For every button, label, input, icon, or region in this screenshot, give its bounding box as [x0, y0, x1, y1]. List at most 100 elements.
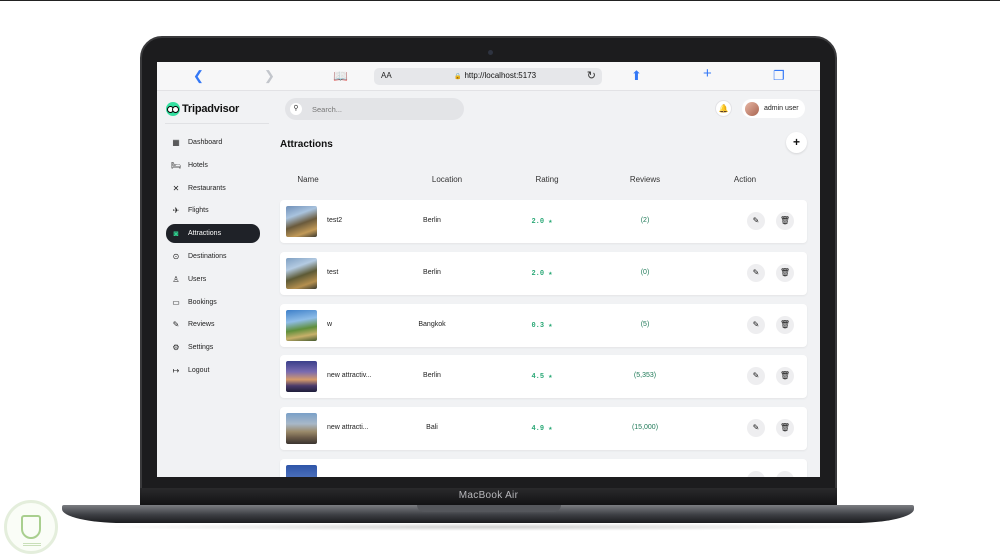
utensils-icon: ✕ — [172, 183, 180, 193]
attraction-location: Berlin — [423, 217, 441, 224]
attraction-thumbnail — [286, 310, 317, 341]
attraction-rating: 2.0 ★ — [531, 218, 553, 226]
device-label: MacBook Air — [458, 490, 519, 501]
edit-icon[interactable] — [747, 471, 765, 477]
edit-icon[interactable]: ✎ — [747, 264, 765, 282]
sidebar-item-restaurants[interactable]: ✕ Restaurants — [166, 179, 260, 198]
sidebar: Tripadvisor ▦ Dashboard 🛏 Hotels ✕ Restaurant… — [157, 91, 269, 477]
trash-icon[interactable]: 🗑 — [776, 419, 794, 437]
sidebar-item-label: Dashboard — [188, 139, 223, 146]
user-icon: ♙ — [172, 274, 180, 284]
column-header-action: Action — [733, 175, 757, 184]
tabs-icon[interactable]: ❐ — [773, 69, 785, 83]
brand-logo[interactable]: Tripadvisor — [166, 101, 239, 117]
sidebar-nav: ▦ Dashboard 🛏 Hotels ✕ Restaurants ✈ Flights ◙ At… — [166, 133, 260, 384]
attraction-reviews: (15,000) — [631, 424, 659, 431]
screen: ❮ ❯ 📖 AA http://localhost:5173 ↻ ⬆ + ❐ T… — [157, 62, 820, 477]
attraction-rating: 4.5 ★ — [531, 373, 553, 381]
attraction-name: w — [327, 321, 333, 328]
sidebar-item-label: Settings — [188, 344, 214, 352]
reload-icon[interactable]: ↻ — [587, 69, 596, 82]
sidebar-item-label: Reviews — [188, 321, 215, 329]
divider — [165, 123, 269, 124]
sidebar-item-label: Destinations — [188, 252, 227, 260]
attraction-reviews: (5,353) — [633, 372, 657, 379]
sidebar-item-reviews[interactable]: ✎ Reviews — [166, 315, 260, 334]
sidebar-item-settings[interactable]: ⚙ Settings — [166, 338, 260, 357]
address-bar[interactable]: AA http://localhost:5173 ↻ — [374, 68, 602, 85]
text-size-button[interactable]: AA — [381, 71, 392, 80]
sidebar-item-dashboard[interactable]: ▦ Dashboard — [166, 133, 260, 152]
share-icon[interactable]: ⬆ — [631, 69, 642, 83]
attraction-name: new attracti... — [327, 424, 369, 431]
edit-icon[interactable]: ✎ — [747, 212, 765, 230]
sidebar-item-hotels[interactable]: 🛏 Hotels — [166, 156, 260, 175]
sidebar-item-destinations[interactable]: ⊙ Destinations — [166, 247, 260, 266]
sidebar-item-label: Logout — [188, 366, 210, 374]
attraction-location: Bangkok — [418, 321, 446, 328]
card-icon: ▭ — [172, 297, 180, 307]
plane-icon: ✈ — [172, 206, 180, 216]
bell-icon[interactable]: 🔔 — [715, 100, 732, 117]
watermark-logo — [4, 500, 58, 554]
attraction-thumbnail — [286, 465, 317, 477]
user-menu[interactable]: admin user — [742, 99, 805, 118]
sidebar-item-flights[interactable]: ✈ Flights — [166, 201, 260, 220]
edit-icon[interactable]: ✎ — [747, 316, 765, 334]
camera-icon: ◙ — [173, 229, 179, 239]
plus-icon[interactable]: + — [703, 66, 712, 81]
search-input[interactable] — [312, 102, 452, 116]
pin-icon: ⊙ — [172, 251, 180, 261]
attraction-reviews: (5) — [640, 321, 650, 328]
book-icon[interactable]: 📖 — [333, 69, 348, 83]
sidebar-item-label: Restaurants — [188, 184, 226, 192]
sidebar-item-label: Hotels — [188, 161, 208, 169]
column-header-reviews: Reviews — [629, 175, 661, 184]
attraction-name: new attractiv... — [327, 372, 372, 379]
add-attraction-button[interactable]: + — [786, 132, 807, 153]
trash-icon[interactable] — [776, 471, 794, 477]
sidebar-item-users[interactable]: ♙ Users — [166, 270, 260, 289]
attraction-rating: 4.9 ★ — [531, 425, 553, 433]
edit-icon[interactable]: ✎ — [747, 367, 765, 385]
sidebar-item-label: Attractions — [188, 230, 222, 238]
top-border-line — [0, 0, 1000, 1]
column-header-rating: Rating — [535, 175, 559, 184]
owl-icon — [166, 102, 180, 116]
trash-icon[interactable]: 🗑 — [776, 212, 794, 230]
attraction-reviews: (0) — [640, 269, 650, 276]
avatar — [745, 101, 759, 116]
trash-icon[interactable]: 🗑 — [776, 264, 794, 282]
table-row[interactable]: test Berlin 2.0 ★ (0) ✎ 🗑 — [280, 252, 807, 295]
attraction-rating: 2.0 ★ — [531, 270, 553, 278]
user-name: admin user — [764, 105, 799, 112]
attraction-location: Berlin — [423, 372, 441, 379]
trash-icon[interactable]: 🗑 — [776, 316, 794, 334]
attraction-name: test2 — [327, 217, 343, 224]
dashboard-icon: ▦ — [172, 138, 180, 147]
search-bar[interactable]: ⚲ — [285, 98, 464, 120]
column-header-location: Location — [431, 175, 463, 184]
sidebar-item-bookings[interactable]: ▭ Bookings — [166, 293, 260, 312]
table-row[interactable]: w Bangkok 0.3 ★ (5) ✎ 🗑 — [280, 304, 807, 347]
attraction-thumbnail — [286, 413, 317, 444]
sidebar-item-attractions[interactable]: ◙ Attractions — [166, 224, 260, 244]
table-row[interactable]: new attractiv... Berlin 4.5 ★ (5,353) ✎ 🗑 — [280, 355, 807, 398]
attraction-location: Berlin — [423, 269, 441, 276]
trash-icon[interactable]: 🗑 — [776, 367, 794, 385]
browser-toolbar: ❮ ❯ 📖 AA http://localhost:5173 ↻ ⬆ + ❐ — [157, 62, 820, 91]
bed-icon: 🛏 — [171, 160, 182, 170]
attraction-location: Bali — [426, 424, 438, 431]
webcam — [488, 50, 493, 55]
review-icon: ✎ — [172, 320, 180, 330]
attraction-thumbnail — [286, 206, 317, 237]
url-text[interactable]: http://localhost:5173 — [454, 71, 536, 80]
logout-icon: ↦ — [172, 365, 180, 375]
edit-icon[interactable]: ✎ — [747, 419, 765, 437]
table-row[interactable]: test2 Berlin 2.0 ★ (2) ✎ 🗑 — [280, 200, 807, 243]
table-row[interactable] — [280, 459, 807, 477]
chevron-right-icon[interactable]: ❯ — [264, 69, 275, 83]
sidebar-item-logout[interactable]: ↦ Logout — [166, 361, 260, 380]
chevron-left-icon[interactable]: ❮ — [193, 69, 204, 83]
table-row[interactable]: new attracti... Bali 4.9 ★ (15,000) ✎ 🗑 — [280, 407, 807, 450]
